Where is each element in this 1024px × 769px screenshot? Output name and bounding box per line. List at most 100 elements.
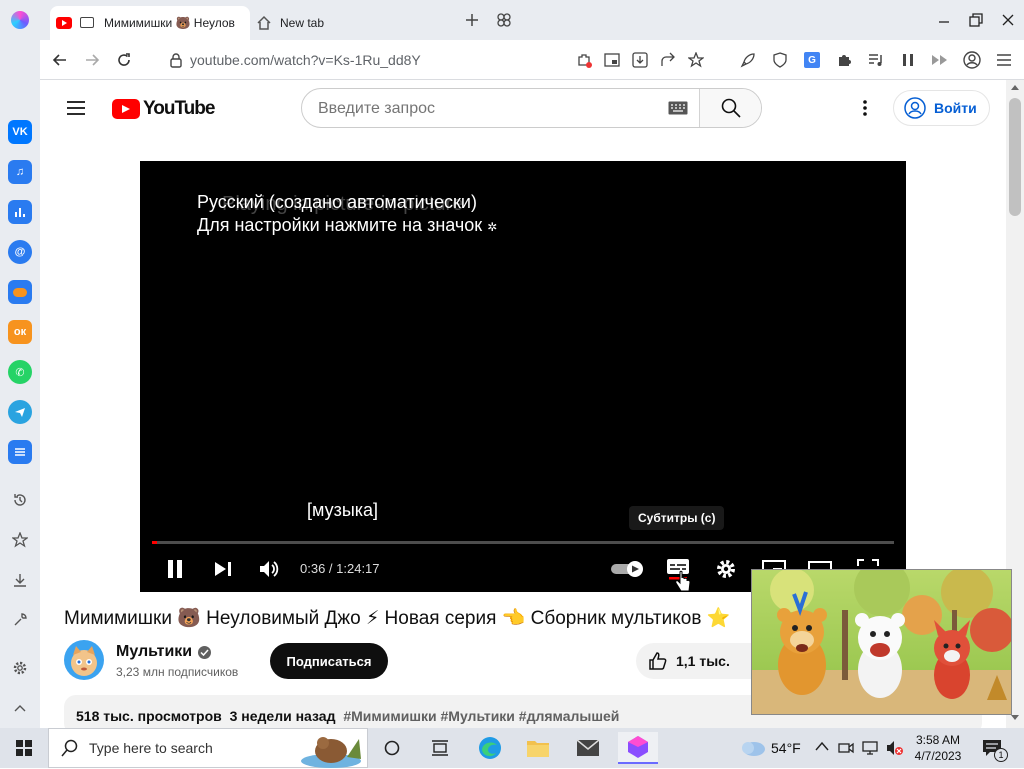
youtube-logo-text: YouTube — [143, 98, 215, 119]
hand-cursor-icon — [674, 570, 692, 594]
picture-in-picture-window[interactable] — [751, 569, 1012, 715]
sign-in-label: Войти — [934, 100, 977, 116]
progress-bar[interactable] — [152, 541, 894, 544]
volume-button[interactable] — [256, 557, 284, 581]
pip-button-icon[interactable] — [600, 48, 624, 72]
bookmark-star-icon[interactable] — [684, 48, 708, 72]
browser-menu-icon[interactable] — [992, 48, 1016, 72]
tab-youtube[interactable]: Мимимишки 🐻 Неулов — [50, 6, 250, 40]
vk-icon[interactable]: VK — [8, 120, 32, 144]
volume-muted-icon[interactable] — [886, 740, 904, 756]
subtitles-tooltip: Субтитры (c) — [629, 506, 725, 530]
whatsapp-icon[interactable]: ✆ — [8, 360, 32, 384]
taskbar-search-box[interactable]: Type here to search — [48, 728, 368, 768]
tools-icon[interactable] — [8, 608, 32, 632]
workspaces-icon[interactable] — [492, 8, 516, 32]
edge-taskbar-button[interactable] — [470, 732, 510, 764]
subscriber-count: 3,23 млн подписчиков — [116, 665, 239, 679]
settings-gear-icon[interactable] — [8, 656, 32, 680]
like-button[interactable]: 1,1 тыс. — [636, 643, 762, 679]
minimize-icon[interactable] — [932, 8, 956, 32]
tab-new[interactable]: New tab — [256, 6, 456, 40]
history-icon[interactable] — [8, 488, 32, 512]
keyboard-icon[interactable] — [668, 101, 688, 115]
rocket-icon[interactable] — [736, 48, 760, 72]
start-button[interactable] — [4, 732, 44, 764]
weather-cloud-icon[interactable] — [738, 736, 766, 758]
cloud-icon[interactable] — [8, 280, 32, 304]
extensions-puzzle-icon[interactable] — [832, 48, 856, 72]
more-vertical-icon[interactable] — [853, 96, 877, 120]
close-window-icon[interactable] — [996, 8, 1020, 32]
downloads-icon[interactable] — [8, 568, 32, 592]
youtube-play-logo-icon — [112, 99, 140, 119]
collapse-panel-icon[interactable] — [8, 696, 32, 720]
browser-tab-bar: Мимимишки 🐻 Неулов New tab — [0, 0, 1024, 40]
url-field[interactable]: youtube.com/watch?v=Ks-1Ru_dd8Y — [190, 52, 421, 68]
show-hidden-icons-chevron-icon[interactable] — [815, 741, 829, 751]
youtube-logo[interactable]: YouTube — [112, 98, 215, 120]
download-video-icon[interactable] — [628, 48, 652, 72]
scroll-down-icon[interactable] — [1011, 715, 1019, 721]
subscribe-button[interactable]: Подписаться — [270, 643, 388, 679]
channel-avatar[interactable] — [64, 640, 104, 680]
hashtags[interactable]: #Мимимишки #Мультики #длямалышей — [343, 708, 619, 724]
mail-at-icon[interactable]: @ — [8, 240, 32, 264]
share-icon[interactable] — [656, 48, 680, 72]
search-button[interactable] — [699, 89, 761, 127]
forward-arrow-icon[interactable] — [80, 48, 104, 72]
browser-taskbar-button[interactable] — [618, 732, 658, 764]
clock-date: 4/7/2023 — [914, 749, 962, 763]
sign-in-button[interactable]: Войти — [893, 90, 990, 126]
weather-temp[interactable]: 54°F — [771, 740, 801, 756]
channel-name: Мультики — [116, 643, 193, 660]
list-icon[interactable] — [8, 440, 32, 464]
browser-side-panel: VK ♫ @ ок ✆ — [0, 40, 40, 728]
search-input[interactable]: Введите запрос — [302, 89, 699, 127]
meet-now-icon[interactable] — [838, 740, 854, 756]
profile-icon[interactable] — [960, 48, 984, 72]
mail-taskbar-button[interactable] — [568, 732, 608, 764]
restore-icon[interactable] — [964, 8, 988, 32]
shield-icon[interactable] — [768, 48, 792, 72]
odnoklassniki-icon[interactable]: ок — [8, 320, 32, 344]
file-explorer-button[interactable] — [518, 732, 558, 764]
taskbar-search-placeholder: Type here to search — [89, 740, 213, 756]
favorites-star-icon[interactable] — [8, 528, 32, 552]
music-icon[interactable]: ♫ — [8, 160, 32, 184]
subtitle-info-line-2: Для настройки нажмите на значок ✲ — [197, 215, 498, 235]
skip-next-icon — [214, 561, 232, 577]
lock-icon[interactable] — [164, 48, 188, 72]
translate-icon[interactable]: G — [800, 48, 824, 72]
widgets-button[interactable] — [420, 732, 460, 764]
new-tab-plus-icon[interactable] — [460, 8, 484, 32]
hamburger-menu-icon[interactable] — [64, 96, 88, 120]
video-player[interactable]: Playing in picture-in-picture Русский (с… — [140, 161, 906, 592]
video-title: Мимимишки 🐻 Неуловимый Джо ⚡ Новая серия… — [64, 608, 731, 629]
next-track-icon[interactable] — [928, 48, 952, 72]
pause-button[interactable] — [162, 557, 188, 581]
scroll-up-icon[interactable] — [1011, 84, 1019, 90]
channel-name-row[interactable]: Мультики — [116, 643, 212, 661]
clock[interactable]: 3:58 AM 4/7/2023 — [912, 732, 964, 764]
network-icon[interactable] — [862, 740, 880, 756]
task-view-button[interactable] — [372, 732, 412, 764]
stats-icon[interactable] — [8, 200, 32, 224]
caption-text: [музыка] — [307, 500, 379, 520]
edge-icon — [478, 736, 502, 760]
extension-blocked-icon[interactable] — [572, 48, 596, 72]
next-video-button[interactable] — [210, 557, 236, 581]
media-playlist-icon[interactable] — [864, 48, 888, 72]
pause-media-icon[interactable] — [896, 48, 920, 72]
reload-icon[interactable] — [112, 48, 136, 72]
back-arrow-icon[interactable] — [48, 48, 72, 72]
settings-button[interactable] — [710, 557, 742, 581]
browser-logo-icon[interactable] — [11, 11, 29, 29]
telegram-icon[interactable] — [8, 400, 32, 424]
autoplay-toggle[interactable] — [608, 557, 648, 581]
home-icon — [256, 15, 272, 31]
volume-icon — [259, 560, 281, 578]
account-circle-icon — [904, 97, 926, 119]
scrollbar-thumb[interactable] — [1009, 98, 1021, 216]
tab-title: Мимимишки 🐻 Неулов — [104, 16, 235, 30]
